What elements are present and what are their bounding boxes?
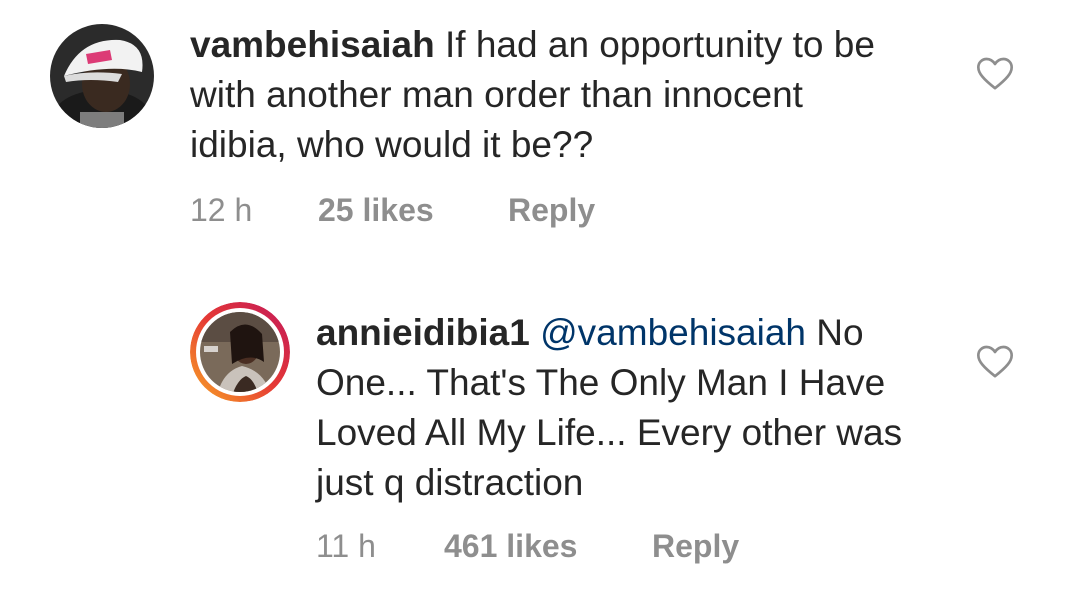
avatar-photo-story-ring: [190, 302, 290, 402]
comment-meta: 12 h 25 likes Reply: [190, 192, 690, 232]
reply-button[interactable]: Reply: [652, 528, 739, 565]
comment-likes[interactable]: 461 likes: [444, 528, 577, 565]
comment-body: vambehisaiah If had an opportunity to be…: [190, 20, 890, 170]
comment-timestamp: 12 h: [190, 192, 253, 228]
comment-timestamp: 11 h: [316, 528, 376, 564]
heart-outline-icon[interactable]: [975, 342, 1015, 382]
reply-button[interactable]: Reply: [508, 192, 595, 229]
comment-username[interactable]: vambehisaiah: [190, 24, 435, 65]
avatar-photo-cap: [50, 24, 154, 128]
comment-username[interactable]: annieidibia1: [316, 312, 530, 353]
comment-likes[interactable]: 25 likes: [318, 192, 434, 229]
comment-meta: 11 h 461 likes Reply: [316, 528, 816, 568]
heart-outline-icon[interactable]: [975, 54, 1015, 94]
commenter-avatar[interactable]: [50, 24, 154, 128]
commenter-avatar[interactable]: [190, 302, 290, 402]
comment-body: annieidibia1 @vambehisaiah No One... Tha…: [316, 308, 941, 508]
comment-mention-link[interactable]: @vambehisaiah: [540, 312, 806, 353]
